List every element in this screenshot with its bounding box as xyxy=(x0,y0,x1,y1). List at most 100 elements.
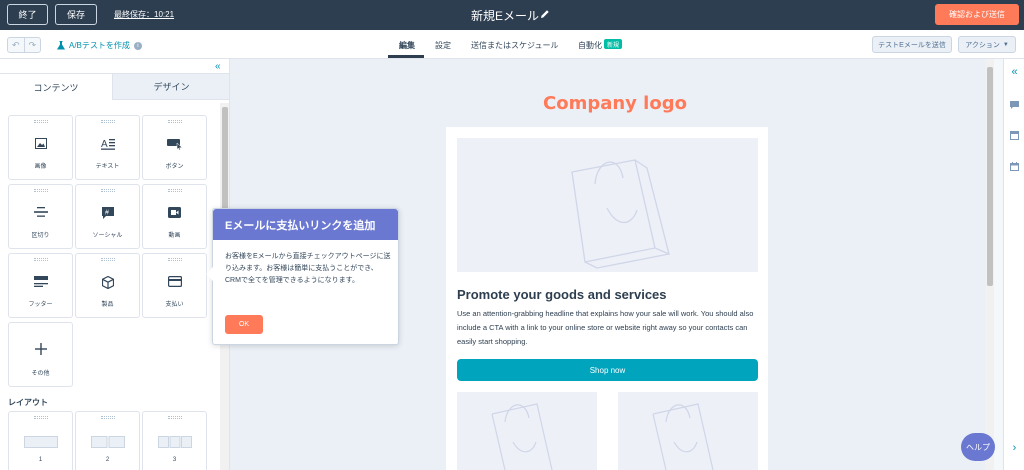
one-column-icon xyxy=(23,436,58,448)
tooltip-body: お客様をEメールから直接チェックアウトページに送り込みます。お客様は簡単に支払う… xyxy=(225,253,391,284)
module-image[interactable]: 画像 xyxy=(8,115,73,180)
layout-label: 3 xyxy=(172,457,177,463)
send-test-email-button[interactable]: テストEメールを送信 xyxy=(872,36,952,53)
company-logo[interactable]: Company logo xyxy=(543,93,687,114)
drag-handle xyxy=(33,258,48,261)
plus-icon xyxy=(34,343,47,355)
drag-handle xyxy=(167,416,182,419)
module-label: 支払い xyxy=(165,302,184,308)
text-icon: A xyxy=(100,139,115,150)
payment-link-tooltip: Eメールに支払いリンクを追加 お客様をEメールから直接チェックアウトページに送り… xyxy=(206,208,399,345)
three-column-icon xyxy=(157,436,192,448)
layout-3-columns[interactable]: 3 xyxy=(142,411,207,470)
promo-heading[interactable]: Promote your goods and services xyxy=(457,287,667,302)
comment-icon[interactable] xyxy=(1009,99,1020,110)
tab-automation[interactable]: 自動化 xyxy=(578,40,602,51)
right-sidebar: « › xyxy=(1003,59,1024,470)
divider-icon xyxy=(33,207,48,217)
shop-now-button[interactable]: Shop now xyxy=(457,359,758,381)
template-icon[interactable] xyxy=(1009,130,1020,141)
new-badge: 新規 xyxy=(604,39,623,49)
module-button[interactable]: ボタン xyxy=(142,115,207,180)
module-label: その他 xyxy=(31,371,50,377)
tab-settings[interactable]: 設定 xyxy=(435,40,451,51)
video-icon xyxy=(168,207,181,218)
active-tab-indicator xyxy=(388,55,424,58)
module-label: ソーシャル xyxy=(92,233,123,239)
content-panel: « コンテンツ デザイン 画像 A テキスト ボタン 区切り # ソーシャル 動… xyxy=(0,59,230,470)
promo-body-text[interactable]: Use an attention-grabbing headline that … xyxy=(457,307,762,349)
svg-text:A: A xyxy=(101,139,108,150)
module-video[interactable]: 動画 xyxy=(142,184,207,249)
calendar-icon[interactable] xyxy=(1009,161,1020,172)
tooltip-arrow xyxy=(206,267,213,281)
expand-sidebar-icon[interactable]: « xyxy=(1009,66,1020,78)
drag-handle xyxy=(100,120,115,123)
product-image-left[interactable] xyxy=(457,392,597,470)
module-label: ボタン xyxy=(165,164,184,170)
tooltip-ok-button[interactable]: OK xyxy=(225,315,263,334)
drag-handle xyxy=(33,120,48,123)
last-saved-link[interactable]: 最終保存：10:21 xyxy=(114,9,174,20)
redo-icon[interactable]: ↷ xyxy=(23,38,41,52)
module-label: 画像 xyxy=(34,164,47,170)
product-image-right[interactable] xyxy=(618,392,758,470)
save-button[interactable]: 保存 xyxy=(55,4,97,25)
shopping-bag-icon xyxy=(571,159,670,269)
layout-1-column[interactable]: 1 xyxy=(8,411,73,470)
collapse-panel-icon[interactable]: « xyxy=(215,61,221,72)
footer-icon xyxy=(33,276,48,287)
drag-handle xyxy=(167,189,182,192)
hero-image[interactable] xyxy=(457,138,758,272)
info-icon[interactable]: i xyxy=(133,41,142,50)
undo-icon[interactable]: ↶ xyxy=(8,38,24,52)
module-label: 区切り xyxy=(31,233,50,239)
image-icon xyxy=(34,138,47,149)
module-more[interactable]: その他 xyxy=(8,322,73,387)
drag-handle xyxy=(33,416,48,419)
product-icon xyxy=(101,276,114,289)
module-label: テキスト xyxy=(95,164,120,170)
top-bar: 終了 保存 最終保存：10:21 新規Eメール 確認および送信 xyxy=(0,0,1024,30)
ab-test-link[interactable]: A/Bテストを作成 i xyxy=(57,40,142,51)
shopping-bag-icon xyxy=(491,403,553,470)
drag-handle xyxy=(100,258,115,261)
chevron-right-icon[interactable]: › xyxy=(1009,442,1020,454)
undo-redo-group: ↶ ↷ xyxy=(7,37,41,53)
tab-edit[interactable]: 編集 xyxy=(399,40,415,51)
payment-icon xyxy=(167,276,182,287)
module-label: 動画 xyxy=(168,233,181,239)
social-icon: # xyxy=(101,207,114,219)
pencil-icon[interactable] xyxy=(540,9,550,19)
tab-design[interactable]: デザイン xyxy=(113,73,229,100)
layout-label: 2 xyxy=(105,457,110,463)
two-column-icon xyxy=(90,436,125,448)
actions-label: アクション xyxy=(965,41,1000,49)
drag-handle xyxy=(167,258,182,261)
module-payment[interactable]: 支払い xyxy=(142,253,207,318)
help-button[interactable]: ヘルプ xyxy=(961,433,995,461)
canvas-scroll-thumb[interactable] xyxy=(987,67,993,286)
layout-2-columns[interactable]: 2 xyxy=(75,411,140,470)
review-and-send-button[interactable]: 確認および送信 xyxy=(935,4,1019,25)
module-product[interactable]: 製品 xyxy=(75,253,140,318)
actions-dropdown[interactable]: アクション ▼ xyxy=(958,36,1016,53)
editor-toolbar: ↶ ↷ A/Bテストを作成 i 編集 設定 送信またはスケジュール 自動化 新規… xyxy=(0,30,1024,59)
drag-handle xyxy=(100,189,115,192)
svg-text:#: # xyxy=(105,210,109,217)
shopping-bag-icon xyxy=(652,403,714,470)
tab-contents[interactable]: コンテンツ xyxy=(0,73,113,100)
module-divider[interactable]: 区切り xyxy=(8,184,73,249)
exit-button[interactable]: 終了 xyxy=(7,4,48,25)
email-title[interactable]: 新規Eメール xyxy=(471,7,539,24)
layout-section-title: レイアウト xyxy=(8,398,48,407)
tab-send-or-schedule[interactable]: 送信またはスケジュール xyxy=(471,40,558,51)
module-footer[interactable]: フッター xyxy=(8,253,73,318)
module-social[interactable]: # ソーシャル xyxy=(75,184,140,249)
drag-handle xyxy=(167,120,182,123)
layout-label: 1 xyxy=(38,457,43,463)
module-label: フッター xyxy=(28,302,53,308)
ab-test-label: A/Bテストを作成 xyxy=(69,41,130,50)
tooltip-title: Eメールに支払いリンクを追加 xyxy=(213,209,398,240)
module-text[interactable]: A テキスト xyxy=(75,115,140,180)
